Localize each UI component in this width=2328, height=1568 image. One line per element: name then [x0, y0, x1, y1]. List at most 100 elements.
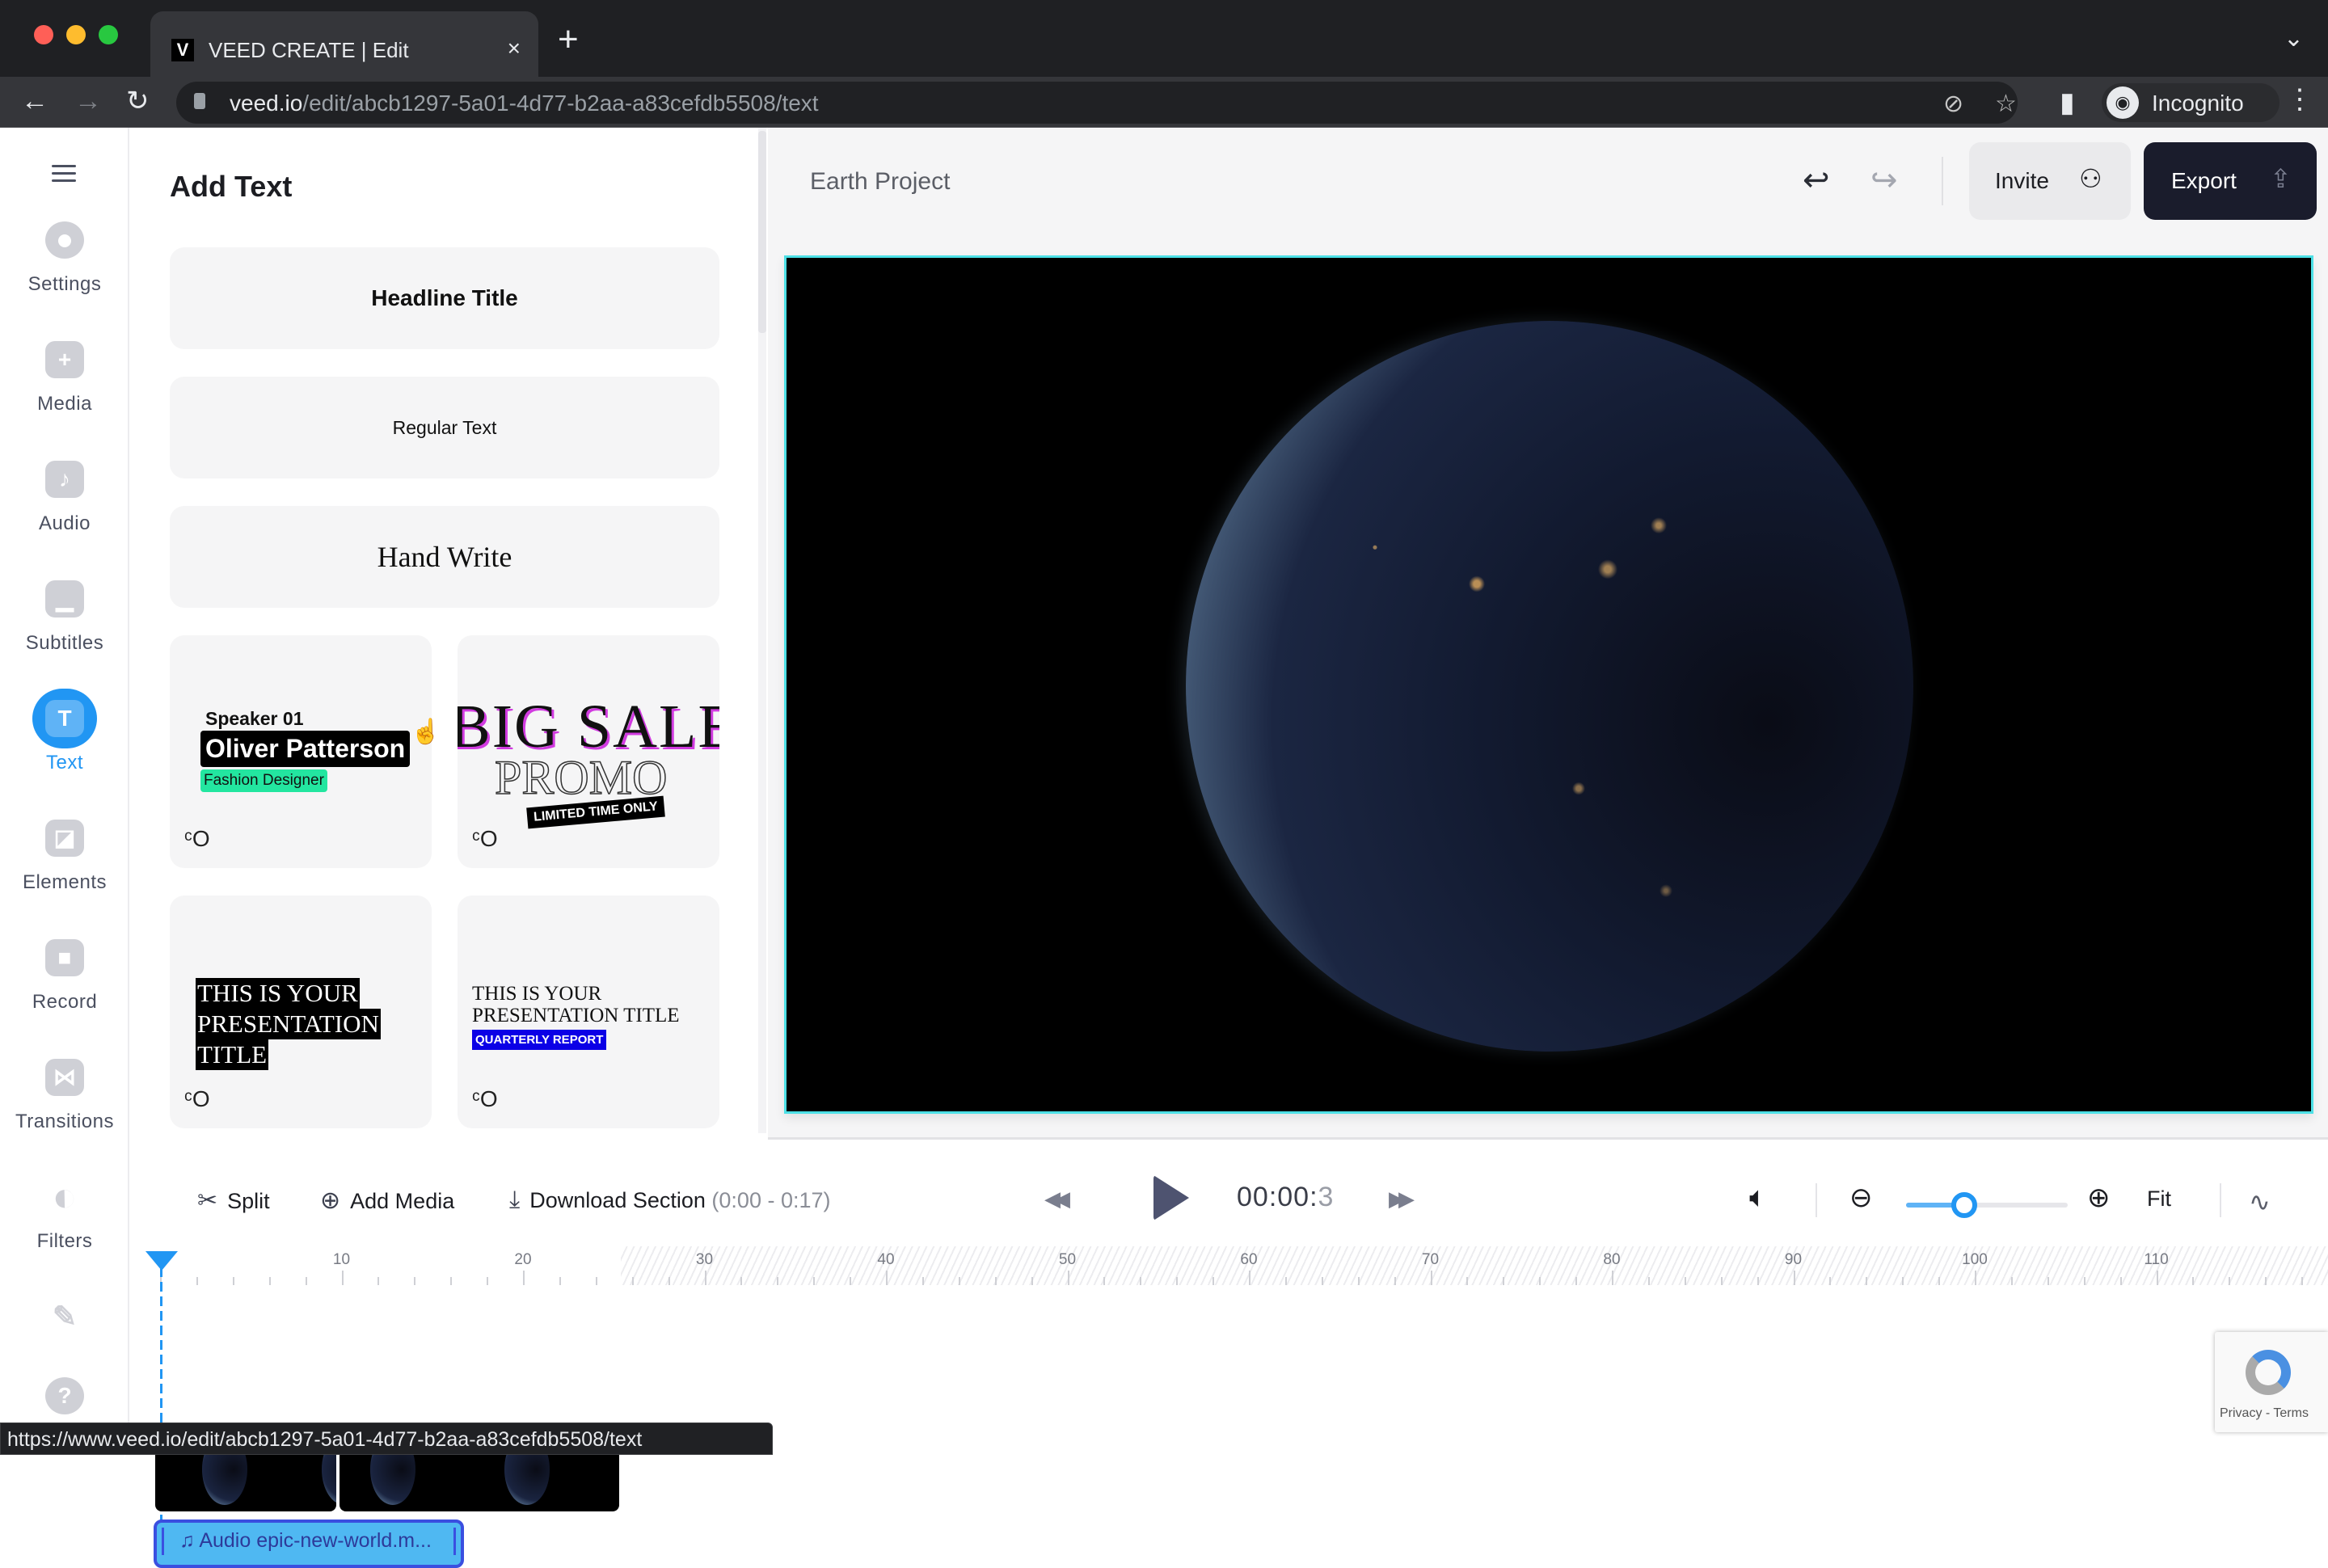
recaptcha-badge[interactable]: Privacy - Terms: [2215, 1332, 2328, 1432]
filter-icon: ◐: [45, 1176, 84, 1218]
ruler-tick: [414, 1277, 416, 1285]
sidebar-item-filters[interactable]: ◐ Filters: [0, 1176, 129, 1275]
sidebar-item-settings[interactable]: Settings: [0, 221, 129, 318]
fit-button[interactable]: Fit: [2147, 1187, 2171, 1212]
sidebar-item-text[interactable]: T Text: [0, 689, 129, 797]
sidebar-item-subtitles[interactable]: ▁ Subtitles: [0, 580, 129, 677]
audio-clip[interactable]: ♫ Audio epic-new-world.m...: [154, 1520, 464, 1568]
ruler-label: 30: [695, 1251, 714, 1268]
ruler-tick: [1430, 1271, 1432, 1285]
ruler-tick: [523, 1271, 525, 1285]
tab-search-chevron-icon[interactable]: ⌄: [2284, 24, 2304, 53]
template-speaker-lower-third[interactable]: Speaker 01 Oliver Patterson Fashion Desi…: [170, 635, 432, 868]
ruler-tick: [1067, 1271, 1069, 1285]
bookmark-star-icon[interactable]: ☆: [1995, 90, 2017, 118]
ruler-tick: [1866, 1277, 1868, 1285]
play-button[interactable]: [1153, 1175, 1189, 1220]
project-title[interactable]: Earth Project: [810, 168, 950, 196]
undo-icon[interactable]: ↩: [1803, 162, 1830, 199]
preset-label: Hand Write: [377, 541, 512, 573]
sidebar-item-audio[interactable]: ♪ Audio: [0, 461, 129, 558]
ruler-tick: [1140, 1277, 1142, 1285]
browser-toolbar: ← → ↻ veed.io/edit/abcb1297-5a01-4d77-b2…: [0, 77, 2328, 128]
subtitles-icon: ▁: [45, 580, 84, 618]
browser-menu-icon[interactable]: ⋮: [2286, 83, 2313, 116]
veed-favicon-icon: V: [171, 39, 194, 61]
template-presentation-dark[interactable]: THIS IS YOUR PRESENTATION TITLE ᶜO: [170, 896, 432, 1128]
ruler-label: 40: [877, 1251, 895, 1268]
invite-button[interactable]: Invite ⚇: [1969, 142, 2131, 220]
split-button[interactable]: ✂ Split: [197, 1187, 270, 1215]
pencil-icon: ✎: [52, 1300, 78, 1333]
template-speaker-line: Speaker 01: [205, 708, 304, 729]
audio-trim-handle-right[interactable]: [453, 1528, 456, 1555]
ruler-tick: [559, 1277, 561, 1285]
ruler-label: 10: [332, 1251, 351, 1268]
sidebar-item-elements[interactable]: ◪ Elements: [0, 820, 129, 917]
audio-trim-handle-left[interactable]: [162, 1528, 164, 1555]
close-window-button[interactable]: [34, 25, 53, 44]
incognito-profile-button[interactable]: ◉ Incognito: [2102, 83, 2280, 122]
timeline-zoom-slider[interactable]: [1906, 1192, 2068, 1218]
preset-regular-text[interactable]: Regular Text: [170, 377, 719, 478]
veed-editor: Settings + Media ♪ Audio ▁ Subtitles T T…: [0, 128, 2328, 1568]
ruler-tick: [1757, 1277, 1759, 1285]
camera-icon: ■: [45, 939, 84, 976]
address-bar[interactable]: veed.io/edit/abcb1297-5a01-4d77-b2aa-a83…: [176, 82, 2018, 124]
tab-close-icon[interactable]: ×: [508, 36, 521, 61]
hamburger-menu-icon[interactable]: [52, 165, 76, 187]
ruler-label: 100: [1962, 1251, 1988, 1268]
video-canvas[interactable]: [784, 255, 2313, 1114]
zoom-out-icon[interactable]: ⊖: [1849, 1182, 1873, 1214]
add-media-button[interactable]: ⊕ Add Media: [320, 1187, 454, 1215]
waveform-icon[interactable]: ∿: [2249, 1187, 2271, 1217]
sidebar-item-record[interactable]: ■ Record: [0, 939, 129, 1036]
new-tab-button[interactable]: +: [558, 19, 579, 60]
help-button[interactable]: ?: [0, 1377, 129, 1426]
link-status-bar: https://www.veed.io/edit/abcb1297-5a01-4…: [0, 1423, 773, 1455]
export-button[interactable]: Export ⇪: [2144, 142, 2317, 220]
back-button[interactable]: ←: [21, 83, 48, 119]
template-big-sale[interactable]: BIG SALE PROMO LIMITED TIME ONLY ᶜO: [458, 635, 719, 868]
recaptcha-links[interactable]: Privacy - Terms: [2220, 1406, 2309, 1421]
ruler-tick: [2010, 1277, 2013, 1285]
zoom-slider-knob[interactable]: [1951, 1192, 1977, 1218]
sidebar-item-label: Media: [37, 393, 92, 415]
ruler-tick: [1684, 1277, 1686, 1285]
preset-hand-write[interactable]: Hand Write: [170, 506, 719, 608]
sidebar-item-media[interactable]: + Media: [0, 341, 129, 438]
sidebar-item-transitions[interactable]: ⋈ Transitions: [0, 1059, 129, 1156]
volume-icon[interactable]: 🔈︎: [1749, 1180, 1767, 1215]
draw-button[interactable]: ✎: [0, 1298, 129, 1347]
fast-forward-icon[interactable]: ▶▶: [1389, 1187, 1415, 1212]
template-report-title: THIS IS YOUR PRESENTATION TITLE: [472, 983, 680, 1026]
template-speaker-name: Oliver Patterson: [200, 731, 411, 767]
timeline-ruler[interactable]: 10 20 30 40 50 60 70 80 90 100 110: [131, 1246, 2328, 1285]
template-presentation-report[interactable]: THIS IS YOUR PRESENTATION TITLE QUARTERL…: [458, 896, 719, 1128]
ruler-tick: [1975, 1271, 1976, 1285]
preset-headline-title[interactable]: Headline Title: [170, 247, 719, 349]
eye-slash-icon[interactable]: ⊘: [1943, 90, 1963, 118]
zoom-in-icon[interactable]: ⊕: [2087, 1182, 2111, 1214]
minimize-window-button[interactable]: [66, 25, 86, 44]
rewind-icon[interactable]: ◀◀: [1044, 1187, 1070, 1212]
help-icon: ?: [45, 1377, 84, 1414]
fit-label: Fit: [2147, 1187, 2171, 1211]
browser-tab[interactable]: V VEED CREATE | Edit ×: [150, 11, 538, 77]
template-speaker-role: Fashion Designer: [200, 769, 327, 792]
ruler-tick: [1612, 1271, 1613, 1285]
sidebar-item-label: Record: [32, 991, 98, 1013]
side-panel-icon[interactable]: ▮: [2060, 85, 2075, 120]
forward-button[interactable]: →: [74, 83, 102, 119]
ruler-tick: [1321, 1277, 1323, 1285]
reload-button[interactable]: ↻: [126, 83, 150, 119]
panel-scrollbar-thumb[interactable]: [758, 131, 766, 333]
add-text-panel: Add Text Headline Title Regular Text Han…: [131, 128, 766, 1133]
animation-icon: ᶜO: [472, 826, 498, 851]
maximize-window-button[interactable]: [99, 25, 118, 44]
add-user-icon: ⚇: [2079, 164, 2102, 193]
ruler-tick: [1647, 1277, 1650, 1285]
ruler-tick: [1249, 1271, 1250, 1285]
redo-icon[interactable]: ↪: [1870, 162, 1898, 199]
download-section-button[interactable]: ⤓ Download Section (0:00 - 0:17): [509, 1187, 831, 1214]
